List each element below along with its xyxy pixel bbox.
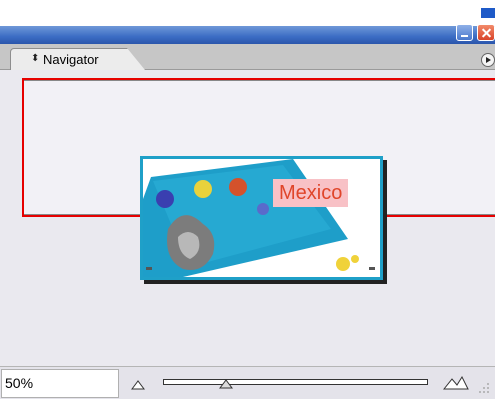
zoom-slider-thumb[interactable] xyxy=(219,379,233,389)
panel-tab-row: ⬍ Navigator xyxy=(0,44,495,70)
tab-collapse-arrows-icon: ⬍ xyxy=(31,53,40,64)
title-bar xyxy=(0,0,495,44)
zoom-percentage-field[interactable]: 50% xyxy=(1,369,119,398)
tab-navigator-label: Navigator xyxy=(43,52,99,67)
tab-navigator[interactable]: ⬍ Navigator xyxy=(10,48,145,70)
zoom-out-mountain-icon[interactable] xyxy=(130,377,146,391)
document-thumbnail: Mexico xyxy=(140,156,383,280)
thumbnail-artwork xyxy=(143,159,380,277)
close-icon[interactable] xyxy=(477,24,495,41)
title-bar-strip xyxy=(0,26,495,44)
resize-grip-icon[interactable] xyxy=(477,381,491,395)
zoom-slider-track[interactable] xyxy=(163,379,428,385)
minimize-icon[interactable] xyxy=(456,24,473,41)
thumbnail-caption: Mexico xyxy=(273,179,349,207)
panel-menu-icon[interactable] xyxy=(481,53,495,67)
title-bar-accent xyxy=(481,8,495,18)
zoom-bar: 50% xyxy=(0,366,495,399)
zoom-in-mountain-icon[interactable] xyxy=(443,374,469,391)
